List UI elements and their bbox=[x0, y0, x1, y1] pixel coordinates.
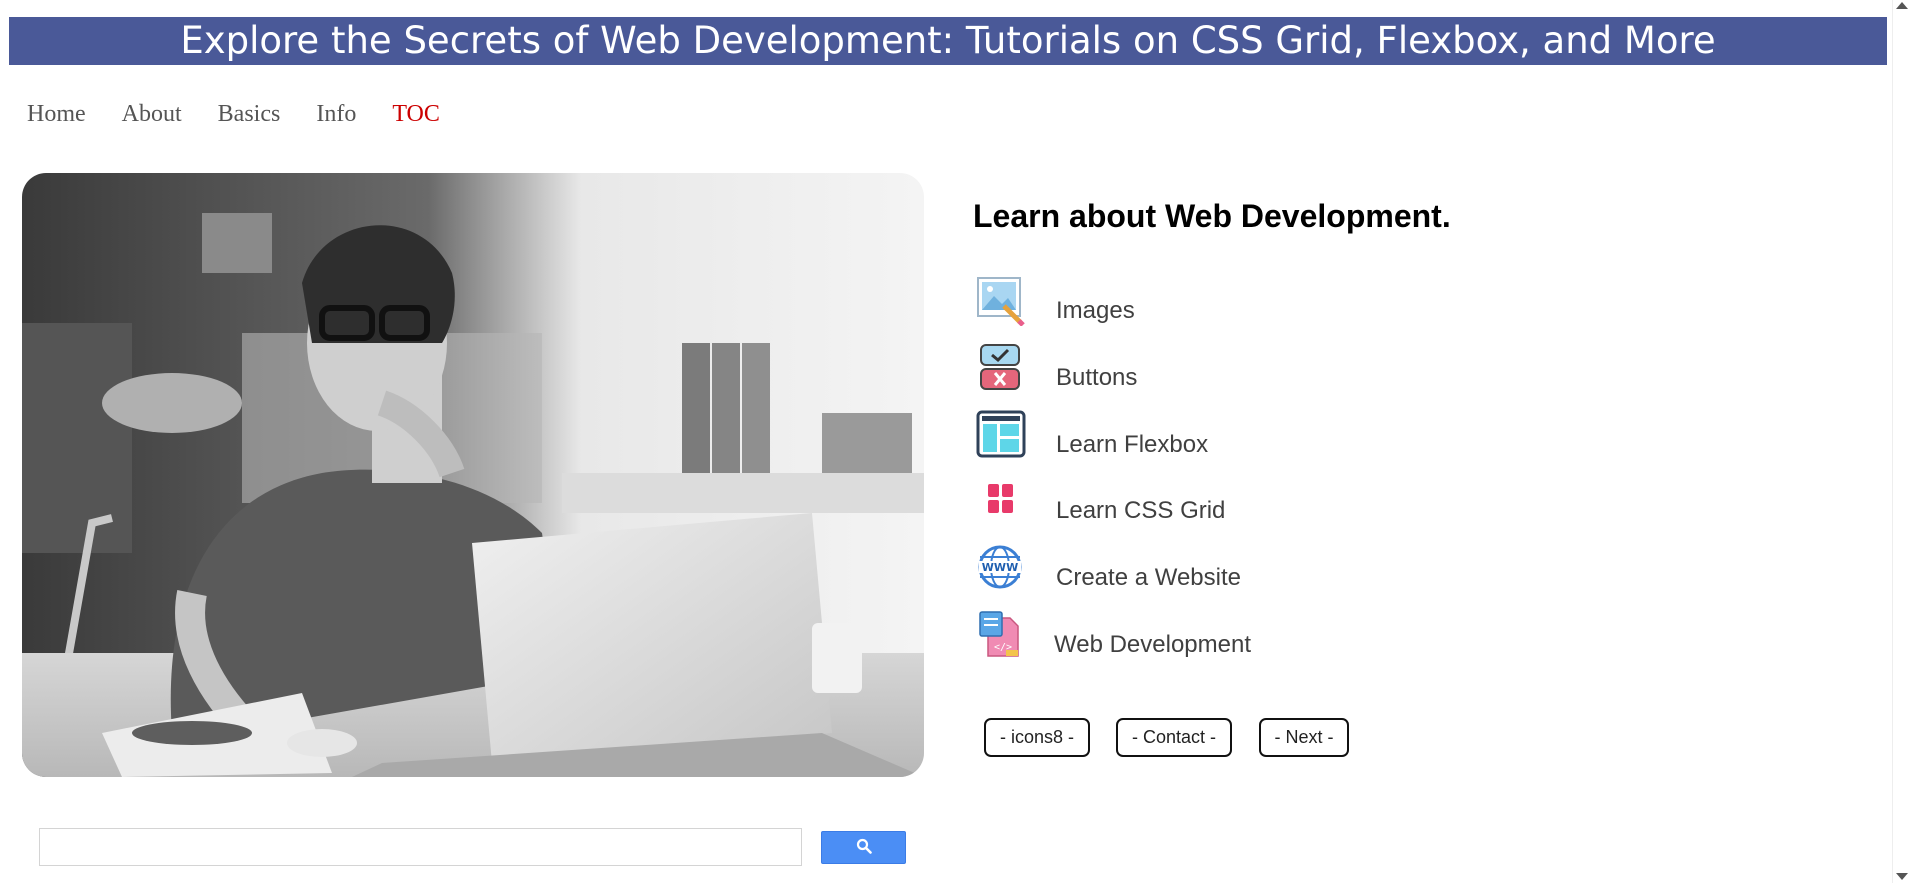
top-nav: Home About Basics Info TOC bbox=[27, 97, 476, 131]
image-edit-icon bbox=[976, 276, 1026, 327]
flexbox-layout-icon bbox=[976, 410, 1026, 460]
scroll-up-arrow-icon[interactable] bbox=[1896, 2, 1908, 9]
nav-about[interactable]: About bbox=[122, 101, 182, 128]
scroll-down-arrow-icon[interactable] bbox=[1896, 873, 1908, 880]
search-button[interactable] bbox=[821, 831, 906, 864]
link-label: Buttons bbox=[1056, 364, 1138, 391]
scrollbar-thumb[interactable] bbox=[1897, 16, 1905, 834]
link-label: Learn Flexbox bbox=[1056, 431, 1209, 458]
nav-basics[interactable]: Basics bbox=[218, 101, 281, 128]
nav-info[interactable]: Info bbox=[316, 101, 356, 128]
link-learn-css-grid[interactable]: Learn CSS Grid bbox=[976, 475, 1376, 527]
link-buttons[interactable]: Buttons bbox=[976, 342, 1376, 394]
hero-photo bbox=[22, 173, 924, 777]
search-input[interactable] bbox=[39, 828, 802, 866]
svg-text:WWW: WWW bbox=[982, 561, 1018, 574]
nav-toc[interactable]: TOC bbox=[392, 101, 440, 128]
page-banner: Explore the Secrets of Web Development: … bbox=[9, 17, 1887, 65]
link-web-development[interactable]: </> Web Development bbox=[976, 609, 1376, 661]
contact-button[interactable]: - Contact - bbox=[1116, 718, 1232, 757]
icons8-button[interactable]: - icons8 - bbox=[984, 718, 1090, 757]
grid-icon bbox=[976, 476, 1026, 526]
vertical-scrollbar[interactable] bbox=[1892, 0, 1912, 883]
search-icon bbox=[856, 838, 872, 857]
nav-home[interactable]: Home bbox=[27, 101, 86, 128]
scrollbar-track bbox=[1892, 0, 1893, 883]
link-label: Web Development bbox=[1054, 631, 1251, 658]
web-dev-file-icon: </> bbox=[976, 610, 1026, 660]
section-heading: Learn about Web Development. bbox=[973, 198, 1451, 234]
link-images[interactable]: Images bbox=[976, 275, 1376, 327]
link-label: Learn CSS Grid bbox=[1056, 497, 1226, 524]
globe-www-icon: WWW bbox=[976, 543, 1026, 593]
link-learn-flexbox[interactable]: Learn Flexbox bbox=[976, 409, 1376, 461]
banner-title: Explore the Secrets of Web Development: … bbox=[180, 19, 1716, 62]
link-create-a-website[interactable]: WWW Create a Website bbox=[976, 542, 1376, 594]
buttons-icon bbox=[976, 343, 1026, 393]
next-button[interactable]: - Next - bbox=[1259, 718, 1349, 757]
link-label: Create a Website bbox=[1056, 564, 1241, 591]
link-label: Images bbox=[1056, 297, 1135, 324]
